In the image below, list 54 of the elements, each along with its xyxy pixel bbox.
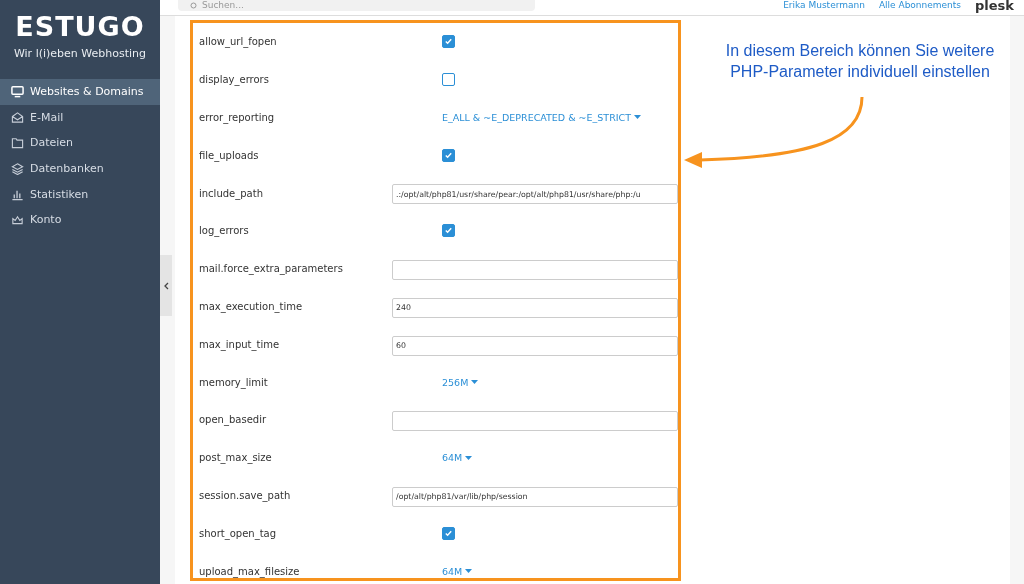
mail-icon bbox=[11, 110, 24, 124]
chevron-left-icon bbox=[163, 281, 169, 290]
user-menu[interactable]: Erika Mustermann bbox=[783, 0, 865, 11]
caret-icon bbox=[471, 380, 479, 385]
text-field[interactable] bbox=[392, 411, 678, 432]
checkbox[interactable] bbox=[442, 148, 455, 162]
annotation-text: In diesem Bereich können Sie weitere PHP-Parameter individuell einstellen bbox=[724, 41, 996, 82]
setting-label: open_basedir bbox=[198, 414, 268, 426]
checkbox[interactable] bbox=[442, 526, 455, 540]
check-icon bbox=[444, 37, 453, 47]
caret-icon bbox=[634, 115, 641, 120]
sidebar-item[interactable]: Konto bbox=[0, 206, 160, 233]
dropdown-link[interactable]: 256M bbox=[442, 376, 479, 388]
setting-label: session.save_path bbox=[198, 489, 292, 501]
plesk-logo: plesk bbox=[975, 0, 1014, 11]
sidebar-item[interactable]: Websites & Domains bbox=[0, 79, 160, 105]
setting-label: display_errors bbox=[198, 74, 270, 86]
setting-label: mail.force_extra_parameters bbox=[198, 263, 344, 275]
caret-icon bbox=[465, 569, 473, 574]
setting-label: short_open_tag bbox=[198, 527, 278, 539]
brand-logo: ESTUGO bbox=[15, 12, 145, 42]
caret-icon bbox=[465, 455, 473, 460]
brand-tagline: Wir l(i)eben Webhosting bbox=[13, 47, 147, 60]
setting-label: log_errors bbox=[198, 225, 250, 237]
collapse-handle[interactable] bbox=[160, 255, 172, 316]
monitor-icon bbox=[11, 85, 24, 99]
subscriptions-link[interactable]: Alle Abonnements bbox=[878, 0, 962, 11]
setting-label: error_reporting bbox=[198, 112, 276, 123]
sidebar-item[interactable]: Datenbanken bbox=[0, 155, 160, 182]
setting-label: upload_max_filesize bbox=[198, 565, 301, 577]
dropdown-link[interactable]: 64M bbox=[442, 452, 473, 464]
folder-icon bbox=[11, 136, 24, 150]
check-icon bbox=[444, 528, 453, 538]
layers-icon bbox=[11, 162, 24, 176]
setting-label: include_path bbox=[198, 187, 264, 199]
crown-icon bbox=[11, 213, 24, 227]
checkbox[interactable] bbox=[442, 224, 455, 238]
setting-label: max_input_time bbox=[198, 338, 281, 350]
sidebar-item[interactable]: Statistiken bbox=[0, 181, 160, 207]
sidebar-item[interactable]: Dateien bbox=[0, 130, 160, 156]
checkbox[interactable] bbox=[442, 35, 455, 49]
dropdown-link[interactable]: E_ALL & ~E_DEPRECATED & ~E_STRICT bbox=[442, 112, 641, 123]
dropdown-link[interactable]: 64M bbox=[442, 565, 473, 577]
setting-label: allow_url_fopen bbox=[198, 36, 278, 48]
sidebar-item[interactable]: E-Mail bbox=[0, 104, 160, 131]
check-icon bbox=[444, 226, 453, 236]
search-icon bbox=[190, 1, 198, 10]
check-icon bbox=[444, 150, 453, 160]
checkbox[interactable] bbox=[442, 73, 455, 87]
setting-label: memory_limit bbox=[198, 376, 269, 388]
setting-label: post_max_size bbox=[198, 452, 273, 464]
setting-label: file_uploads bbox=[198, 149, 260, 161]
text-field[interactable] bbox=[392, 259, 678, 280]
setting-label: max_execution_time bbox=[198, 300, 304, 312]
